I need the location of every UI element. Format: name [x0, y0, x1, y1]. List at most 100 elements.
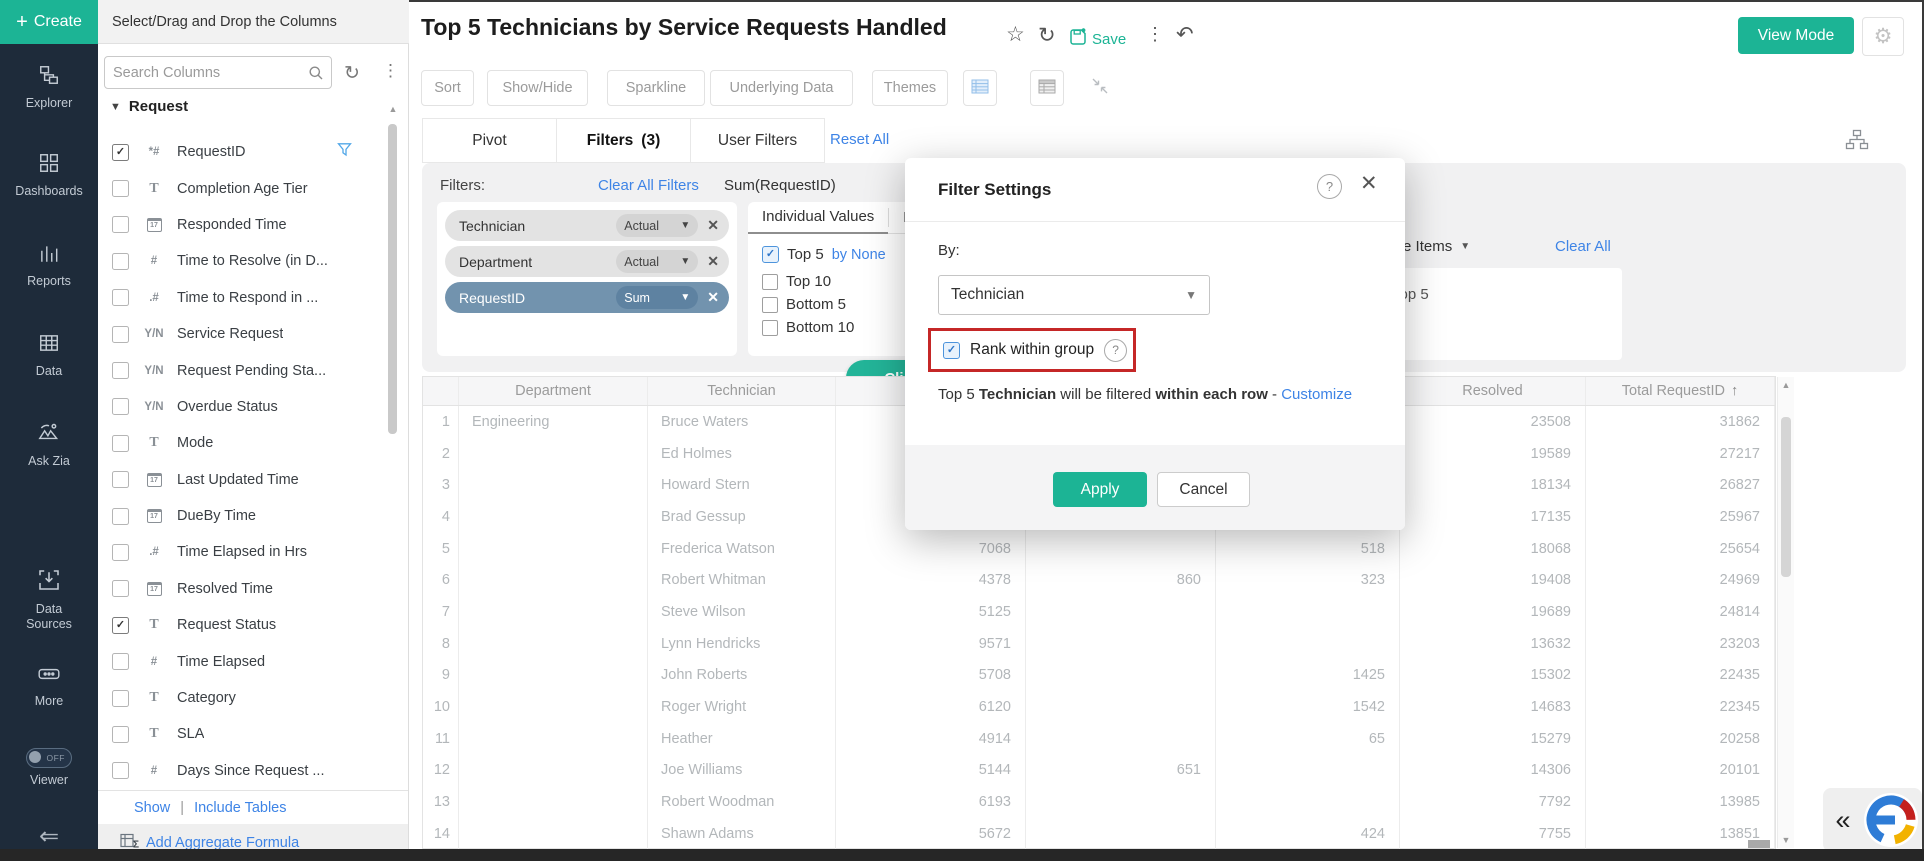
table-row[interactable]: 6Robert Whitman43788603231940824969: [423, 564, 1775, 596]
collapse-panel-button[interactable]: [1082, 70, 1118, 106]
column-item[interactable]: 17Resolved Time: [98, 571, 388, 607]
column-checkbox[interactable]: [112, 653, 129, 670]
column-item[interactable]: TCategory: [98, 680, 388, 716]
filter-funnel-icon[interactable]: [337, 142, 352, 162]
column-item[interactable]: 17Responded Time: [98, 207, 388, 243]
scroll-down-icon[interactable]: ▼: [1778, 835, 1794, 845]
underlying-data-button[interactable]: Underlying Data: [710, 70, 853, 106]
column-checkbox[interactable]: [112, 289, 129, 306]
column-checkbox[interactable]: [112, 398, 129, 415]
column-checkbox[interactable]: [112, 762, 129, 779]
column-checkbox[interactable]: [112, 180, 129, 197]
table-scrollbar[interactable]: ▲ ▼: [1777, 377, 1794, 848]
sparkline-button[interactable]: Sparkline: [607, 70, 705, 106]
refresh-columns-icon[interactable]: ↻: [344, 62, 360, 85]
option-checkbox[interactable]: [762, 320, 778, 336]
table-scrollbar-thumb[interactable]: [1781, 417, 1791, 577]
summary-view-button[interactable]: [1030, 70, 1064, 106]
tab-pivot[interactable]: Pivot: [422, 118, 557, 163]
column-item[interactable]: ✓*#RequestID: [98, 134, 388, 170]
remove-chip-icon[interactable]: ✕: [707, 253, 719, 270]
reset-all-link[interactable]: Reset All: [830, 131, 889, 148]
refresh-icon[interactable]: ↻: [1038, 23, 1056, 48]
column-checkbox[interactable]: [112, 435, 129, 452]
view-mode-button[interactable]: View Mode: [1738, 17, 1854, 54]
chip-aggregate-dropdown[interactable]: Actual▼: [616, 250, 698, 273]
rank-help-icon[interactable]: ?: [1104, 339, 1127, 362]
remove-chip-icon[interactable]: ✕: [707, 217, 719, 234]
table-row[interactable]: 12Joe Williams51446511430620101: [423, 755, 1775, 787]
panel-scrollbar[interactable]: ▲: [386, 104, 400, 784]
option-checkbox[interactable]: [762, 297, 778, 313]
filter-chip-technician[interactable]: TechnicianActual▼✕: [445, 210, 729, 241]
more-options-icon[interactable]: ⋮: [1146, 24, 1164, 45]
column-checkbox[interactable]: ✓: [112, 144, 129, 161]
clear-all-link[interactable]: Clear All: [1555, 238, 1611, 255]
column-checkbox[interactable]: [112, 580, 129, 597]
settings-button[interactable]: ⚙: [1862, 17, 1904, 56]
table-row[interactable]: 8Lynn Hendricks95711363223203: [423, 628, 1775, 660]
include-tables-link[interactable]: Include Tables: [194, 800, 286, 816]
sidebar-item-explorer[interactable]: Explorer: [0, 64, 98, 111]
table-row[interactable]: 5Frederica Watson70685181806825654: [423, 533, 1775, 565]
sidebar-item-ask-zia[interactable]: Ask Zia: [0, 422, 98, 469]
column-item[interactable]: Y/NService Request: [98, 316, 388, 352]
sidebar-item-reports[interactable]: Reports: [0, 242, 98, 289]
option-top-5[interactable]: ✓Top 5by None: [762, 246, 886, 263]
header-department[interactable]: Department: [459, 377, 648, 405]
column-checkbox[interactable]: ✓: [112, 617, 129, 634]
sidebar-item-data-sources[interactable]: Data Sources: [0, 568, 98, 632]
column-checkbox[interactable]: [112, 690, 129, 707]
tab-individual-values[interactable]: Individual Values: [748, 201, 888, 234]
cancel-button[interactable]: Cancel: [1157, 472, 1250, 507]
column-checkbox[interactable]: [112, 726, 129, 743]
customize-link[interactable]: Customize: [1281, 386, 1352, 403]
column-item[interactable]: ✓TRequest Status: [98, 607, 388, 643]
column-checkbox[interactable]: [112, 544, 129, 561]
column-checkbox[interactable]: [112, 362, 129, 379]
help-icon[interactable]: ?: [1317, 174, 1342, 199]
by-none-link[interactable]: by None: [832, 247, 886, 263]
apply-button[interactable]: Apply: [1053, 472, 1147, 507]
chip-aggregate-dropdown[interactable]: Actual▼: [616, 214, 698, 237]
option-checkbox[interactable]: [762, 274, 778, 290]
header-resolved[interactable]: Resolved: [1400, 377, 1586, 405]
sidebar-item-data[interactable]: Data: [0, 332, 98, 379]
column-item[interactable]: .#Time Elapsed in Hrs: [98, 534, 388, 570]
hierarchy-icon[interactable]: [1845, 129, 1869, 156]
table-view-button[interactable]: [963, 70, 997, 106]
section-request[interactable]: ▼ Request: [110, 98, 188, 115]
column-checkbox[interactable]: [112, 471, 129, 488]
close-icon[interactable]: ✕: [1360, 171, 1378, 196]
tab-user-filters[interactable]: User Filters: [690, 118, 825, 163]
column-item[interactable]: #Time Elapsed: [98, 643, 388, 679]
column-checkbox[interactable]: [112, 253, 129, 270]
brand-logo[interactable]: [1863, 792, 1919, 848]
panel-scrollbar-thumb[interactable]: [388, 124, 397, 434]
filter-chip-requestid[interactable]: RequestIDSum▼✕: [445, 282, 729, 313]
collapse-left-icon[interactable]: «: [1823, 805, 1863, 836]
sidebar-item-more[interactable]: More: [0, 664, 98, 709]
column-item[interactable]: 17DueBy Time: [98, 498, 388, 534]
sort-button[interactable]: Sort: [421, 70, 474, 106]
column-checkbox[interactable]: [112, 216, 129, 233]
save-button[interactable]: Save: [1068, 27, 1126, 52]
table-row[interactable]: 13Robert Woodman6193779213985: [423, 786, 1775, 818]
horizontal-scrollbar-thumb[interactable]: [1748, 840, 1770, 848]
themes-button[interactable]: Themes: [872, 70, 948, 106]
header-total-requestid[interactable]: Total RequestID↑: [1586, 377, 1775, 405]
tab-filters[interactable]: Filters (3): [556, 118, 691, 163]
column-item[interactable]: #Days Since Request ...: [98, 753, 388, 789]
show-link[interactable]: Show: [134, 800, 170, 816]
table-row[interactable]: 7Steve Wilson51251968924814: [423, 596, 1775, 628]
clear-all-filters-link[interactable]: Clear All Filters: [598, 177, 699, 194]
rank-within-group-checkbox[interactable]: ✓: [943, 342, 960, 359]
search-input[interactable]: [105, 65, 308, 81]
viewer-toggle[interactable]: OFF: [26, 748, 72, 768]
column-item[interactable]: Y/NRequest Pending Sta...: [98, 352, 388, 388]
column-item[interactable]: #Time to Resolve (in D...: [98, 243, 388, 279]
option-checkbox[interactable]: ✓: [762, 246, 779, 263]
panel-more-icon[interactable]: ⋮: [382, 61, 400, 81]
column-item[interactable]: .#Time to Respond in ...: [98, 280, 388, 316]
favorite-star-icon[interactable]: ☆: [1006, 22, 1025, 47]
